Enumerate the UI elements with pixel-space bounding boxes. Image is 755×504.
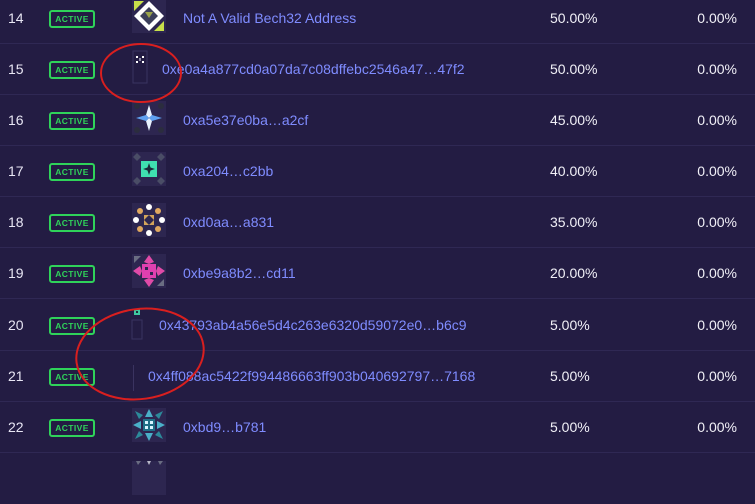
- status-badge: ACTIVE: [49, 10, 95, 28]
- table-row[interactable]: 21 ACTIVE 0x4ff088ac5422f994486663ff903b…: [0, 351, 755, 402]
- status-badge: ACTIVE: [49, 112, 95, 130]
- validator-name-link[interactable]: 0xa5e37e0ba…a2cf: [183, 95, 308, 146]
- uptime-cell: 0.00%: [697, 214, 737, 230]
- validator-name-link[interactable]: 0xd0aa…a831: [183, 197, 274, 248]
- validator-avatar-icon: [132, 0, 166, 33]
- uptime-cell: 0.00%: [697, 265, 737, 281]
- rank-cell: 17: [8, 163, 24, 179]
- status-badge: ACTIVE: [49, 61, 95, 79]
- rank-cell: 20: [8, 317, 24, 333]
- status-badge: ACTIVE: [49, 368, 95, 386]
- table-row[interactable]: 18 ACTIVE 0xd0aa…a831 35.00% 0.00%: [0, 197, 755, 248]
- rank-cell: 15: [8, 61, 24, 77]
- uptime-cell: 0.00%: [697, 61, 737, 77]
- uptime-cell: 0.00%: [697, 419, 737, 435]
- rank-cell: 18: [8, 214, 24, 230]
- table-row[interactable]: 22 ACTIVE 0xbd9…b781 5.00% 0.00%: [0, 402, 755, 453]
- rank-cell: 14: [8, 10, 24, 26]
- status-badge: ACTIVE: [49, 419, 95, 437]
- validator-avatar-icon: [132, 152, 166, 186]
- validator-avatar-icon: [131, 309, 143, 340]
- commission-cell: 45.00%: [550, 112, 598, 128]
- uptime-cell: 0.00%: [697, 368, 737, 384]
- commission-cell: 35.00%: [550, 214, 598, 230]
- commission-cell: 50.00%: [550, 61, 598, 77]
- commission-cell: 20.00%: [550, 265, 598, 281]
- validator-avatar-icon: [132, 408, 166, 442]
- validator-avatar-icon: [133, 365, 134, 391]
- validator-avatar-icon: [132, 101, 166, 135]
- status-badge: ACTIVE: [49, 163, 95, 181]
- table-row[interactable]: 17 ACTIVE 0xa204…c2bb 40.00% 0.00%: [0, 146, 755, 197]
- status-badge: ACTIVE: [49, 214, 95, 232]
- validator-name-link[interactable]: 0x43793ab4a56e5d4c263e6320d59072e0…b6c9: [159, 300, 467, 351]
- table-row[interactable]: 14 ACTIVE Not A Valid Bech32 Address 50.…: [0, 0, 755, 44]
- commission-cell: 50.00%: [550, 10, 598, 26]
- status-badge: ACTIVE: [49, 265, 95, 283]
- rank-cell: 16: [8, 112, 24, 128]
- table-row[interactable]: 15 ACTIVE 0xe0a4a877cd0a07da7c08dffebc25…: [0, 44, 755, 95]
- validator-avatar-icon: [132, 203, 166, 237]
- commission-cell: 40.00%: [550, 163, 598, 179]
- rank-cell: 19: [8, 265, 24, 281]
- uptime-cell: 0.00%: [697, 10, 737, 26]
- validator-name-link[interactable]: 0xa204…c2bb: [183, 146, 273, 197]
- validator-name-link[interactable]: 0x4ff088ac5422f994486663ff903b040692797……: [148, 351, 475, 402]
- uptime-cell: 0.00%: [697, 163, 737, 179]
- rank-cell: 21: [8, 368, 24, 384]
- rank-cell: 22: [8, 419, 24, 435]
- table-row[interactable]: 20 ACTIVE 0x43793ab4a56e5d4c263e6320d590…: [0, 300, 755, 351]
- validator-name-link[interactable]: Not A Valid Bech32 Address: [183, 0, 356, 44]
- validator-name-link[interactable]: 0xbd9…b781: [183, 402, 266, 453]
- validator-name-link[interactable]: 0xe0a4a877cd0a07da7c08dffebc2546a47…47f2: [162, 44, 465, 95]
- commission-cell: 5.00%: [550, 368, 590, 384]
- uptime-cell: 0.00%: [697, 112, 737, 128]
- uptime-cell: 0.00%: [697, 317, 737, 333]
- commission-cell: 5.00%: [550, 317, 590, 333]
- validator-avatar-icon: [132, 254, 166, 288]
- table-row[interactable]: 19 ACTIVE 0xbe9a8b2…cd11 20.00% 0.00%: [0, 248, 755, 299]
- validator-avatar-icon: [132, 50, 148, 84]
- table-row[interactable]: 16 ACTIVE 0xa5e37e0ba…a2cf 45.00% 0.00%: [0, 95, 755, 146]
- table-row[interactable]: [0, 453, 755, 504]
- status-badge: ACTIVE: [49, 317, 95, 335]
- validator-avatar-icon: [132, 461, 166, 495]
- commission-cell: 5.00%: [550, 419, 590, 435]
- validator-name-link[interactable]: 0xbe9a8b2…cd11: [183, 248, 296, 299]
